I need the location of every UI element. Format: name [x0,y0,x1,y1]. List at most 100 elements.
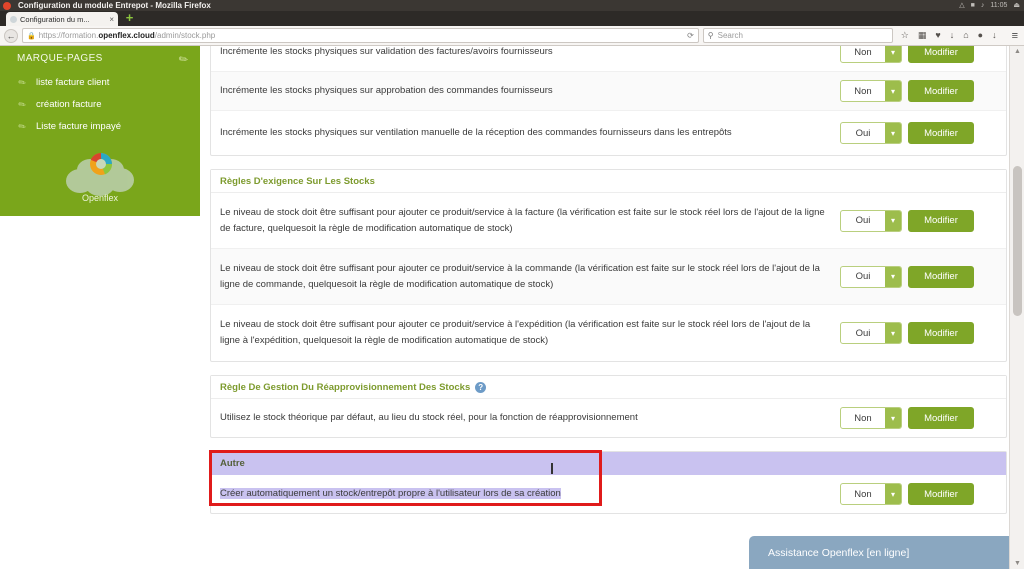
row-label-wrap: Créer automatiquement un stock/entrepôt … [220,486,840,502]
section-title: Règles D'exigence Sur Les Stocks [211,170,1006,193]
select-value: Non [854,488,872,500]
chevron-down-icon[interactable]: ▾ [885,484,901,504]
scroll-down-icon[interactable]: ▼ [1013,560,1022,567]
select-value: Oui [855,127,871,139]
new-tab-button[interactable]: + [124,11,135,24]
modify-button[interactable]: Modifier [908,80,974,102]
menu-button[interactable]: ≡ [1012,30,1018,42]
assistance-widget[interactable]: Assistance Openflex [en ligne] [749,536,1015,569]
battery-icon[interactable]: ■ [971,0,975,11]
value-select[interactable]: Oui ▾ [840,122,902,144]
modify-button[interactable]: Modifier [908,46,974,63]
scroll-up-icon[interactable]: ▲ [1013,48,1022,55]
search-input[interactable]: ⚲ Search [702,28,893,43]
navigation-toolbar: ← 🔒 https://formation. openflex.cloud /a… [0,26,1024,46]
address-bar-actions: ⟳ [681,31,694,40]
bookmark-icon: ✎ [16,120,29,133]
sidebar-item-label: création facture [36,99,102,110]
row-controls: Non ▾ Modifier [840,46,974,63]
select-value: Oui [855,327,871,339]
chevron-down-icon[interactable]: ▾ [885,46,901,62]
modify-button[interactable]: Modifier [908,322,974,344]
modify-button[interactable]: Modifier [908,209,974,232]
value-select[interactable]: Non ▾ [840,46,902,63]
browser-tab[interactable]: Configuration du m... × [6,12,118,26]
select-value: Oui [855,215,871,226]
pencil-icon[interactable]: ✎ [176,52,190,67]
page-scrollbar[interactable]: ▲ ▼ [1009,46,1024,569]
close-icon[interactable]: × [109,15,114,24]
os-title-bar: Configuration du module Entrepot - Mozil… [0,0,1024,11]
page-viewport: MARQUE-PAGES ✎ ✎ liste facture client ✎ … [0,46,1024,569]
back-button[interactable]: ← [4,28,18,43]
volume-icon[interactable]: ♪ [981,0,985,11]
reload-icon[interactable]: ⟳ [687,31,694,40]
search-icon: ⚲ [707,31,714,40]
select-value: Non [854,412,872,424]
chevron-down-icon[interactable]: ▾ [885,323,901,343]
section-reapprovisionnement: Règle De Gestion Du Réapprovisionnement … [210,375,1007,438]
tab-strip: Configuration du m... × + [0,11,1024,26]
row-label: Incrémente les stocks physiques sur appr… [220,85,553,96]
tab-title: Configuration du m... [20,14,90,24]
power-icon[interactable]: ⏏ [1013,0,1020,11]
scrollbar-thumb[interactable] [1013,166,1022,316]
value-select[interactable]: Non ▾ [840,80,902,102]
chevron-down-icon[interactable]: ▾ [885,408,901,428]
section-title-text: Autre [220,458,245,469]
section-title-text: Règles D'exigence Sur Les Stocks [220,176,375,187]
row-label: Le niveau de stock doit être suffisant p… [220,319,811,346]
url-prefix: https://formation. [38,31,99,40]
sidebar-item-liste-facture-client[interactable]: ✎ liste facture client [16,76,109,89]
lock-icon: 🔒 [27,32,36,40]
chevron-down-icon[interactable]: ▾ [885,266,901,287]
value-select[interactable]: Non ▾ [840,483,902,505]
logo-label: Openflex [81,193,119,203]
sidebar-item-creation-facture[interactable]: ✎ création facture [16,98,102,111]
help-icon[interactable]: ? [475,382,487,393]
bookmark-icon: ✎ [16,76,29,89]
browser-toolbar-icons: ☆ ▦ ♥ ↓ ⌂ ● ↓ ≡ [901,30,1020,42]
row-controls: Non ▾ Modifier [840,80,974,102]
network-icon[interactable]: △ [959,0,964,11]
value-select[interactable]: Non ▾ [840,407,902,429]
value-select[interactable]: Oui ▾ [840,322,902,344]
modify-button[interactable]: Modifier [908,483,974,505]
modify-button[interactable]: Modifier [908,122,974,144]
row-controls: Oui ▾ Modifier [840,209,974,232]
table-row: Utilisez le stock théorique par défaut, … [211,399,1006,437]
section-title: Règle De Gestion Du Réapprovisionnement … [211,376,1006,399]
section-autre: Autre Créer automatiquement un stock/ent… [209,450,1007,514]
openflex-cloud-logo-icon [66,153,134,196]
window-close-button[interactable] [3,2,11,10]
pocket-icon[interactable]: ♥ [935,31,940,40]
section-title-text: Règle De Gestion Du Réapprovisionnement … [220,382,471,393]
url-path: /admin/stock.php [154,31,216,40]
chevron-down-icon[interactable]: ▾ [885,81,901,101]
modify-button[interactable]: Modifier [908,265,974,288]
modify-button[interactable]: Modifier [908,407,974,429]
table-row: Le niveau de stock doit être suffisant p… [211,305,1006,361]
page-favicon-icon [10,15,17,23]
chevron-down-icon[interactable]: ▾ [885,210,901,231]
sidebar-item-label: Liste facture impayé [36,121,122,132]
bookmarks-sidebar: MARQUE-PAGES ✎ ✎ liste facture client ✎ … [0,46,200,149]
download-icon[interactable]: ↓ [950,31,955,40]
row-controls: Oui ▾ Modifier [840,265,974,288]
system-clock[interactable]: 11:05 [990,0,1007,11]
chevron-down-icon[interactable]: ▾ [885,123,901,143]
search-placeholder: Search [717,31,743,40]
sidebar-item-liste-facture-impaye[interactable]: ✎ Liste facture impayé [16,120,122,133]
section-exigence: Règles D'exigence Sur Les Stocks Le nive… [210,169,1007,362]
sync-icon[interactable]: ↓ [992,31,997,40]
address-bar[interactable]: 🔒 https://formation. openflex.cloud /adm… [22,28,699,43]
reader-icon[interactable]: ▦ [918,31,927,40]
value-select[interactable]: Oui ▾ [840,265,902,288]
bookmark-star-icon[interactable]: ☆ [901,31,909,40]
row-controls: Oui ▾ Modifier [840,322,974,344]
bookmark-icon: ✎ [16,98,29,111]
section-incrementation: Incrémente les stocks physiques sur vali… [210,46,1007,156]
chat-icon[interactable]: ● [978,31,983,40]
value-select[interactable]: Oui ▾ [840,209,902,232]
home-icon[interactable]: ⌂ [963,31,968,40]
